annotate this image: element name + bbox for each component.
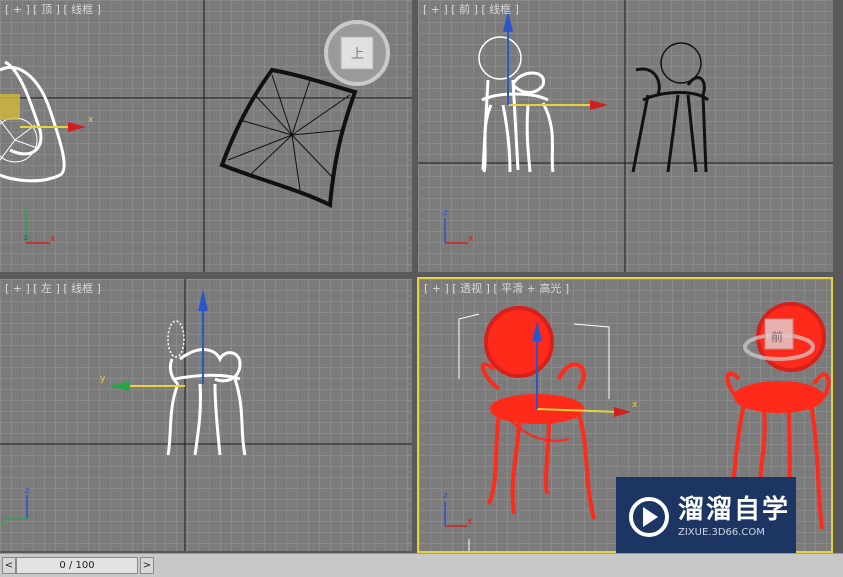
top-view-scene: x 上 y x z xyxy=(0,0,412,272)
front-view-scene: z x xyxy=(418,0,833,272)
chair-front-black[interactable] xyxy=(631,42,710,173)
svg-text:x: x xyxy=(467,517,473,527)
svg-text:y: y xyxy=(23,206,29,216)
axis-tripod-top: y x z xyxy=(23,206,56,244)
svg-text:y: y xyxy=(0,517,6,527)
chair-top-white[interactable] xyxy=(0,60,66,183)
chair-left-white[interactable] xyxy=(166,320,247,456)
viewport-perspective-label[interactable]: [ + ] [ 透视 ] [ 平滑 + 高光 ] xyxy=(424,280,569,296)
viewport-top-label[interactable]: [ + ] [ 顶 ] [ 线框 ] xyxy=(5,1,101,17)
svg-text:z: z xyxy=(24,233,28,242)
left-view-scene: y z y xyxy=(0,279,412,551)
timeline-next-button[interactable]: > xyxy=(140,557,154,574)
axis-y-label: y xyxy=(100,374,106,384)
viewcube-front-face: 前 xyxy=(771,329,783,344)
axis-tripod-front: z x xyxy=(443,208,474,244)
watermark-title: 溜溜自学 xyxy=(678,495,791,525)
svg-text:z: z xyxy=(443,208,448,218)
time-slider[interactable]: 0 / 100 xyxy=(16,557,138,574)
watermark-subtitle: ZIXUE.3D66.COM xyxy=(678,527,765,538)
viewport-left[interactable]: y z y [ + ] [ 左 ] [ 线框 ] xyxy=(0,279,412,551)
svg-text:z: z xyxy=(25,486,30,496)
axis-tripod-persp: z x xyxy=(443,491,473,527)
viewcube[interactable]: 上 xyxy=(324,20,390,86)
svg-text:x: x xyxy=(50,234,56,244)
svg-text:z: z xyxy=(443,491,448,501)
chair-top-black[interactable] xyxy=(219,67,358,209)
axis-x-label: x xyxy=(88,115,94,125)
viewcube-top-face: 上 xyxy=(351,47,364,62)
viewport-front-label[interactable]: [ + ] [ 前 ] [ 线框 ] xyxy=(423,1,519,17)
viewport-top[interactable]: x 上 y x z [ + ] [ 顶 ] [ 线框 ] xyxy=(0,0,412,272)
axis-x-label-persp: x xyxy=(632,400,638,410)
axis-tripod-left: z y xyxy=(0,486,30,527)
timeline-bar: < 0 / 100 > xyxy=(0,553,843,577)
viewport-front[interactable]: z x [ + ] [ 前 ] [ 线框 ] xyxy=(418,0,833,272)
watermark-logo: 溜溜自学 ZIXUE.3D66.COM xyxy=(616,477,796,559)
play-logo-icon xyxy=(629,497,669,537)
timeline-prev-button[interactable]: < xyxy=(2,557,16,574)
svg-text:x: x xyxy=(468,234,474,244)
viewport-left-label[interactable]: [ + ] [ 左 ] [ 线框 ] xyxy=(5,280,101,296)
